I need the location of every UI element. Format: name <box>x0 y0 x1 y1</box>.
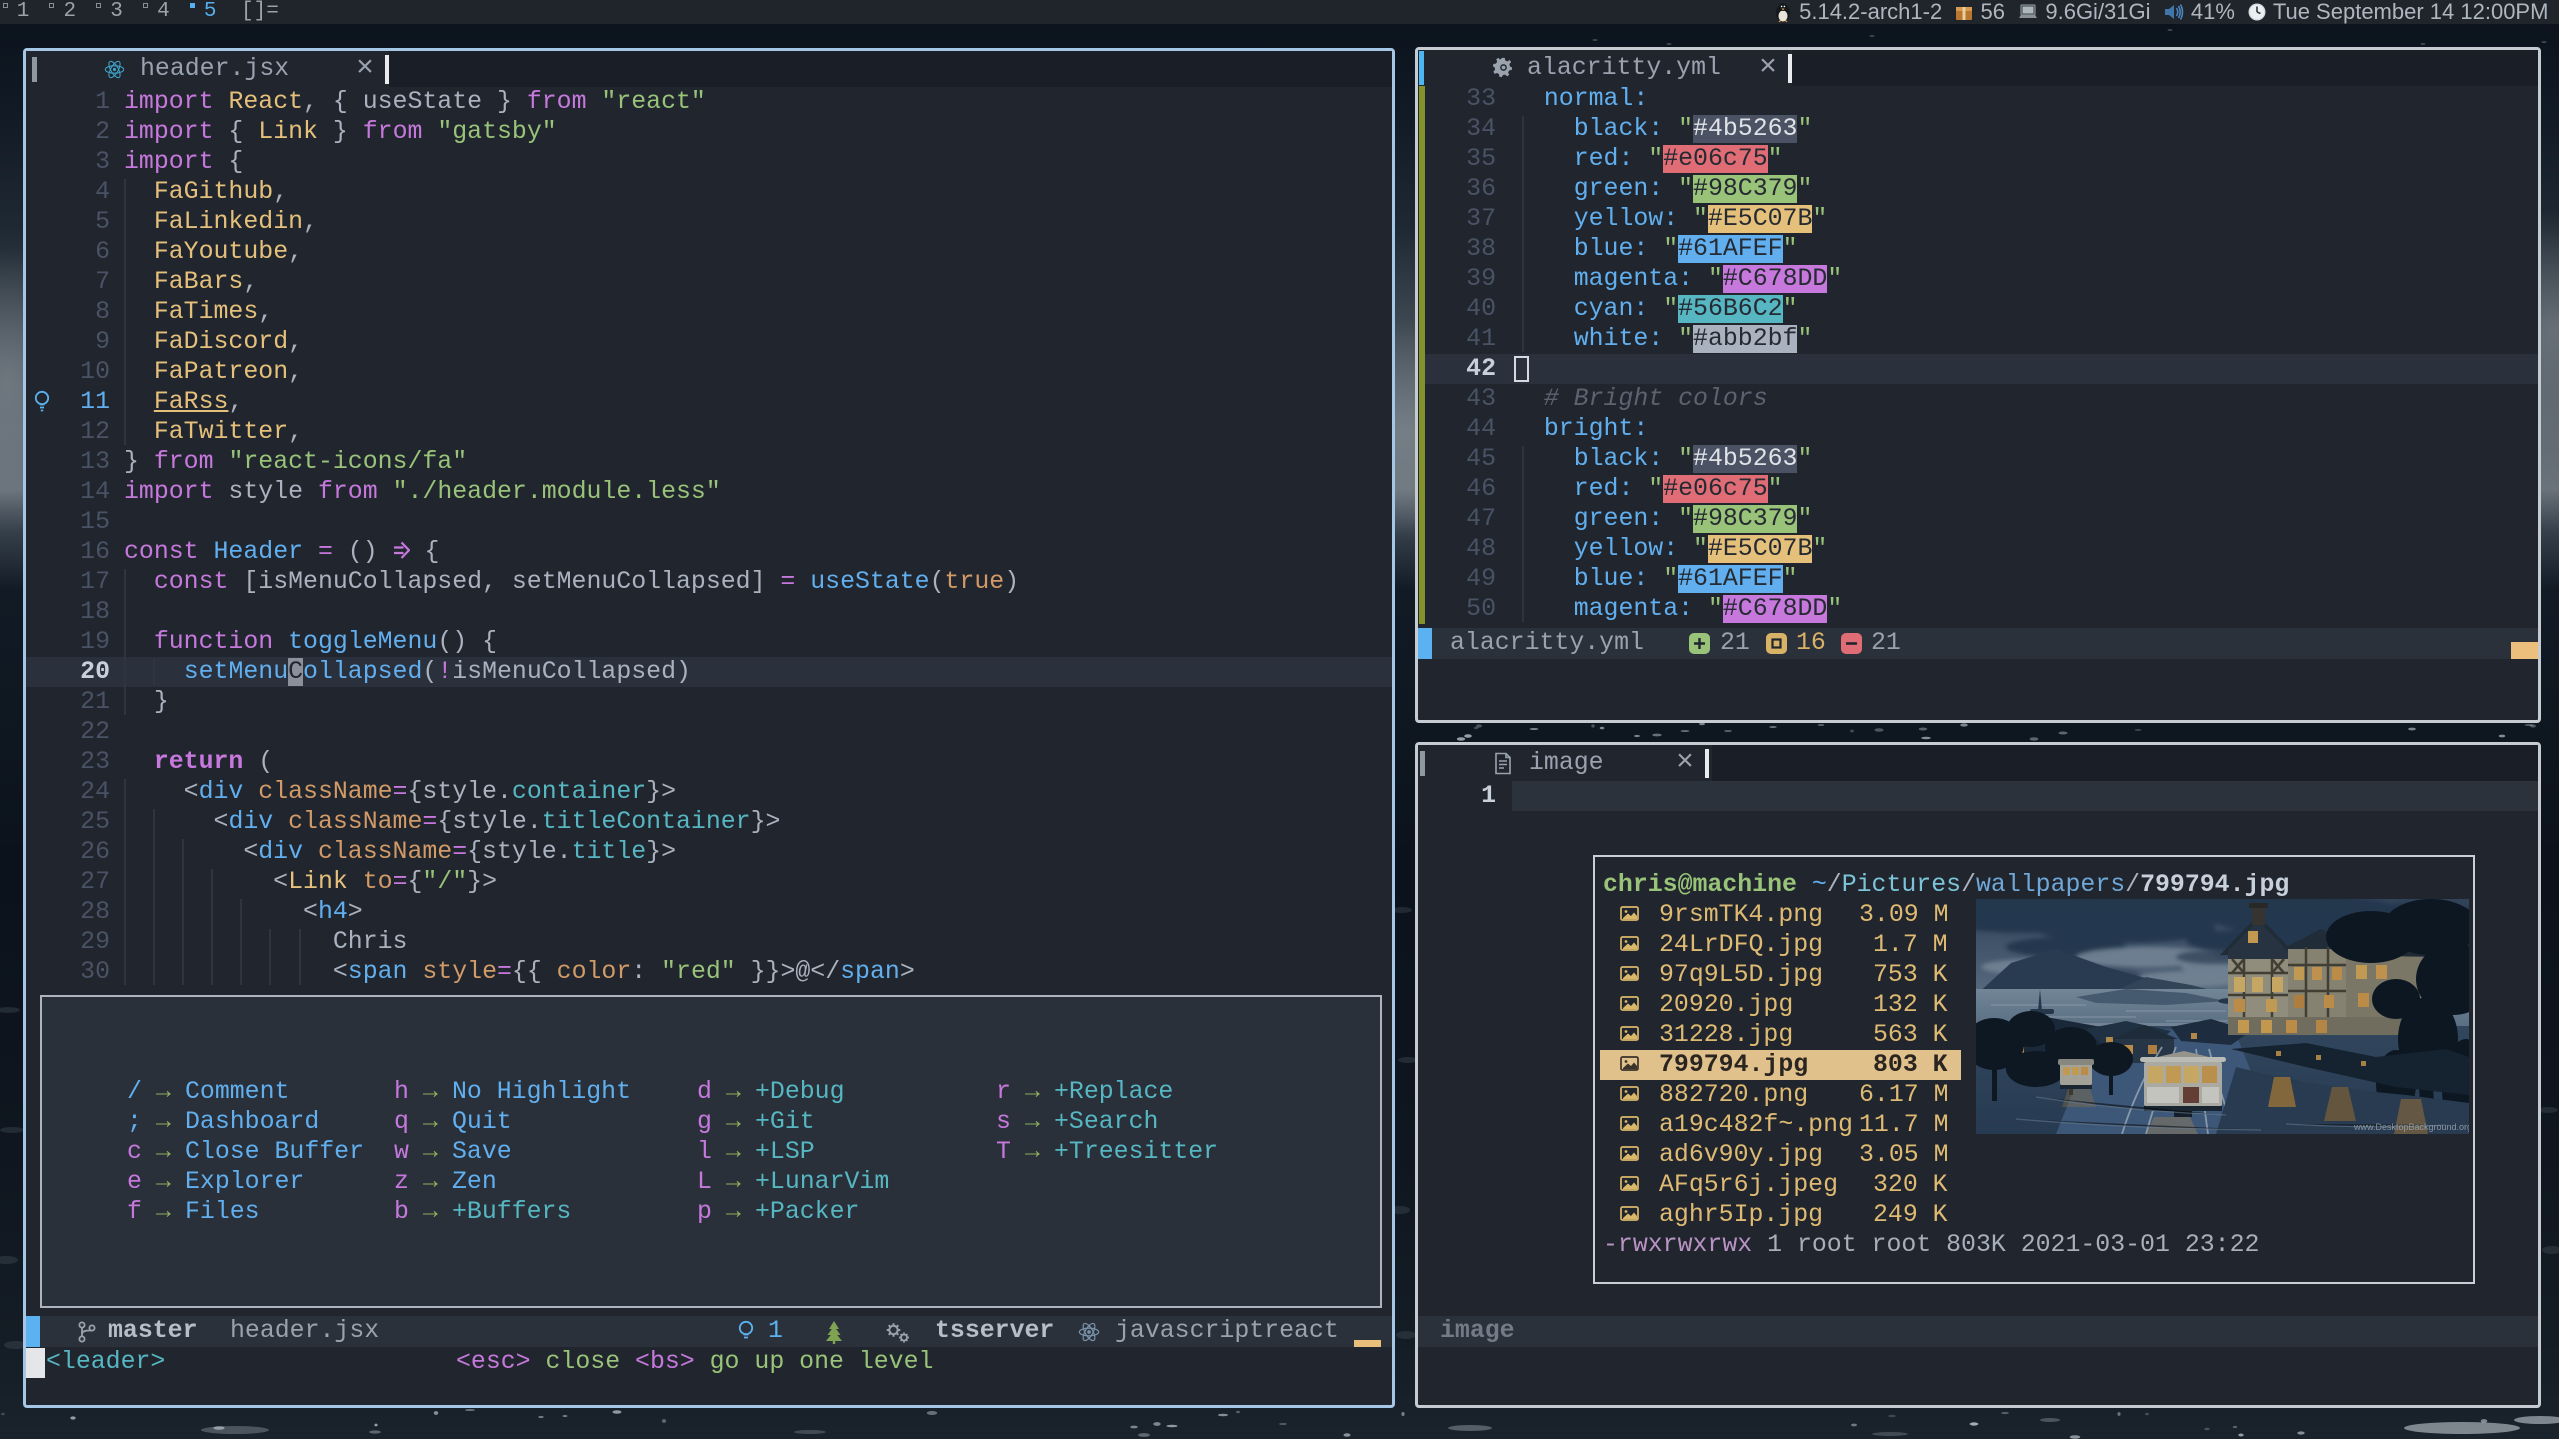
svg-text:www.DesktopBackground.org: www.DesktopBackground.org <box>2353 1122 2469 1132</box>
